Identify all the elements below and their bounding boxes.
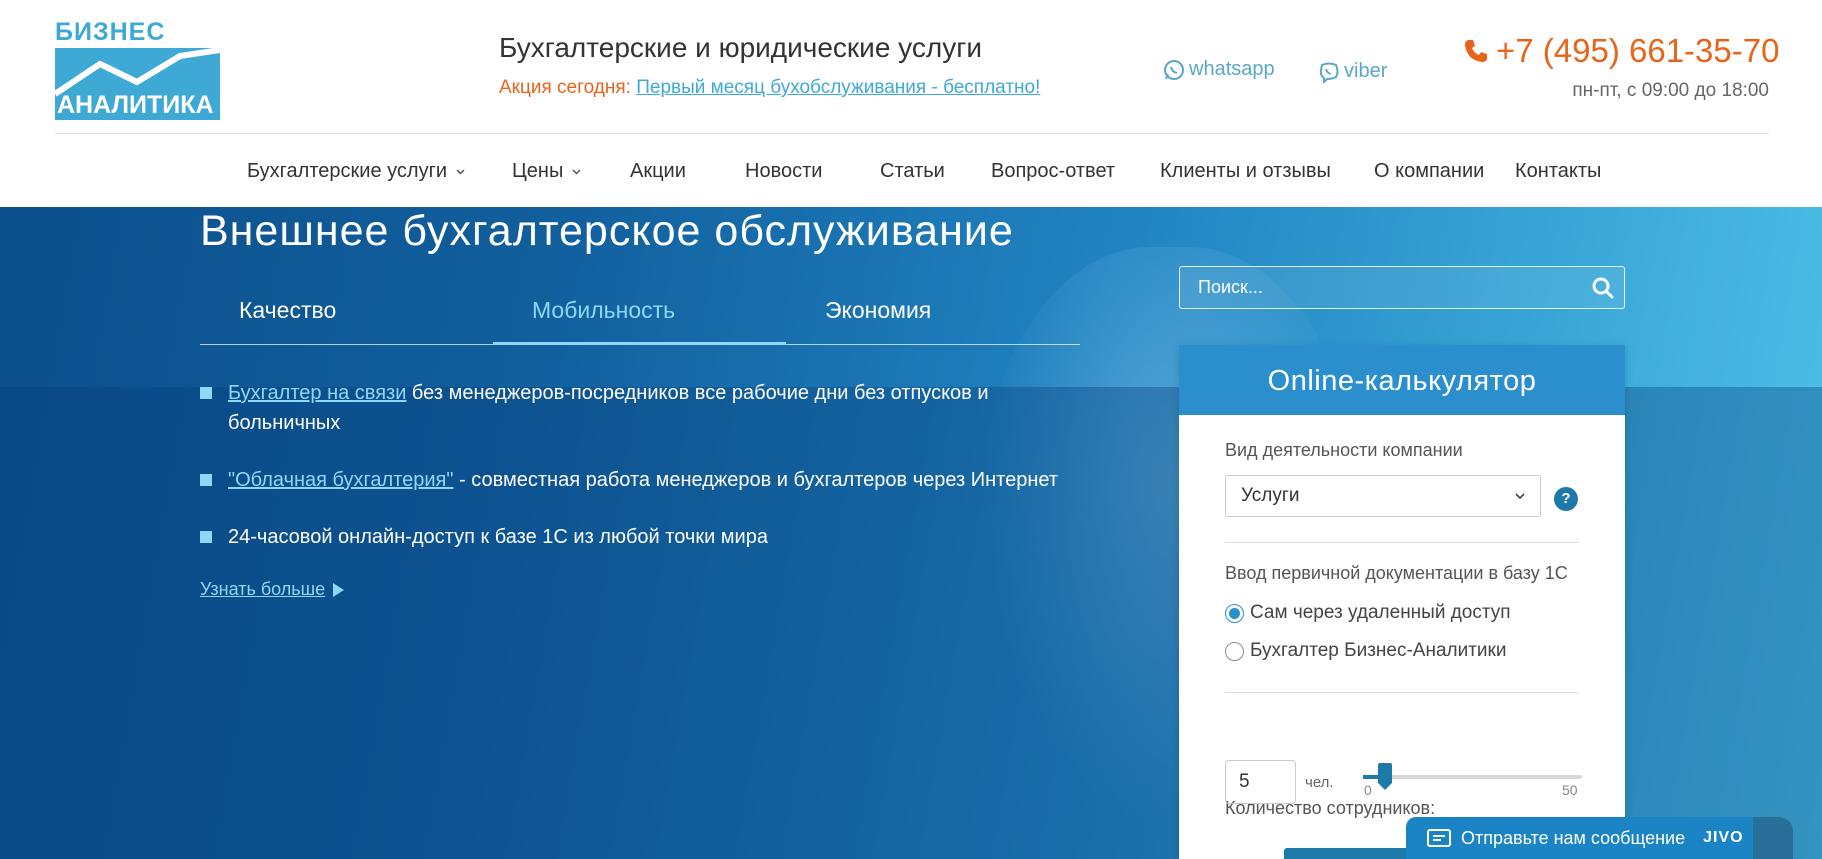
- chat-brand: JIVO: [1703, 829, 1744, 846]
- phone-number: +7 (495) 661-35-70: [1496, 32, 1780, 69]
- chat-expand-tab[interactable]: [1753, 817, 1793, 859]
- phone-icon: [1465, 40, 1487, 62]
- learn-more-link[interactable]: Узнать больше: [200, 579, 345, 600]
- nav-item-clients[interactable]: Клиенты и отзывы: [1160, 160, 1331, 183]
- radio-company-accountant[interactable]: Бухгалтер Бизнес-Аналитики: [1225, 640, 1506, 662]
- phone-link[interactable]: +7 (495) 661-35-70: [1462, 32, 1779, 70]
- whatsapp-icon: [1164, 59, 1184, 80]
- nav-item-accounting-services[interactable]: Бухгалтерские услуги: [247, 160, 466, 183]
- help-icon[interactable]: ?: [1554, 487, 1578, 511]
- promo-line: Акция сегодня: Первый месяц бухобслужива…: [499, 77, 1040, 99]
- nav-item-faq[interactable]: Вопрос-ответ: [991, 160, 1115, 183]
- nav-item-label: Бухгалтерские услуги: [247, 160, 448, 182]
- list-item-text: 24-часовой онлайн-доступ к базе 1С из лю…: [228, 526, 768, 548]
- viber-link[interactable]: viber: [1318, 60, 1387, 83]
- calculator-title: Online-калькулятор: [1179, 345, 1625, 415]
- list-item: Бухгалтер на связи без менеджеров-посред…: [200, 378, 1100, 438]
- site-tagline: Бухгалтерские и юридические услуги: [499, 32, 983, 63]
- promo-link[interactable]: Первый месяц бухобслуживания - бесплатно…: [636, 77, 1040, 98]
- slider-min-label: 0: [1364, 782, 1372, 798]
- nav-item-label: Вопрос-ответ: [991, 160, 1116, 182]
- main-nav: Бухгалтерские услуги Цены Акции Новости …: [0, 134, 1822, 207]
- logo-text-top: БИЗНЕС: [55, 18, 166, 46]
- radio-button[interactable]: [1225, 603, 1244, 623]
- site-header: БИЗНЕС АНАЛИТИКА Бухгалтерские и юридиче…: [0, 0, 1822, 207]
- chat-label: Отправьте нам сообщение: [1461, 827, 1686, 848]
- nav-item-contacts[interactable]: Контакты: [1515, 160, 1601, 183]
- docs-label: Ввод первичной документации в базу 1С: [1225, 563, 1568, 583]
- promo-label: Акция сегодня:: [499, 77, 631, 98]
- list-item: 24-часовой онлайн-доступ к базе 1С из лю…: [200, 522, 1100, 552]
- cloud-accounting-link[interactable]: "Облачная бухгалтерия": [228, 469, 454, 491]
- nav-item-label: Контакты: [1515, 160, 1602, 182]
- logo-graphic: АНАЛИТИКА: [55, 48, 220, 120]
- learn-more-label: Узнать больше: [200, 579, 326, 599]
- slider-handle[interactable]: [1378, 763, 1392, 790]
- chevron-down-icon: [456, 169, 465, 175]
- employees-count-input[interactable]: 5: [1225, 760, 1296, 804]
- play-arrow-icon: [333, 582, 345, 597]
- employees-slider[interactable]: [1363, 763, 1582, 790]
- employees-unit: чел.: [1305, 774, 1334, 791]
- logo[interactable]: БИЗНЕС АНАЛИТИКА: [55, 18, 220, 120]
- tab-economy[interactable]: Экономия: [786, 290, 1079, 345]
- working-hours: пн-пт, с 09:00 до 18:00: [1572, 80, 1769, 101]
- radio-label: Сам через удаленный доступ: [1250, 602, 1511, 623]
- viber-label: viber: [1344, 60, 1388, 82]
- benefits-list: Бухгалтер на связи без менеджеров-посред…: [200, 378, 1100, 579]
- activity-label: Вид деятельности компании: [1225, 440, 1463, 460]
- whatsapp-link[interactable]: whatsapp: [1163, 58, 1275, 81]
- radio-remote-access[interactable]: Сам через удаленный доступ: [1225, 602, 1511, 624]
- nav-item-about[interactable]: О компании: [1374, 160, 1484, 183]
- search-box: [1179, 266, 1625, 309]
- slider-max-label: 50: [1562, 782, 1578, 798]
- chevron-down-icon: [572, 169, 581, 175]
- list-item: "Облачная бухгалтерия" - совместная рабо…: [200, 465, 1100, 495]
- accountant-contact-link[interactable]: Бухгалтер на связи: [228, 382, 406, 404]
- nav-item-label: Новости: [745, 160, 823, 182]
- viber-icon: [1319, 62, 1339, 83]
- nav-item-prices[interactable]: Цены: [512, 160, 582, 183]
- activity-value: Услуги: [1241, 485, 1300, 506]
- nav-item-articles[interactable]: Статьи: [880, 160, 945, 183]
- divider: [1225, 542, 1579, 543]
- chevron-down-icon: [1515, 493, 1525, 500]
- nav-item-label: Клиенты и отзывы: [1160, 160, 1331, 182]
- envelope-icon: [1427, 829, 1451, 847]
- nav-item-label: Акции: [630, 160, 686, 182]
- nav-item-promotions[interactable]: Акции: [630, 160, 686, 183]
- divider: [1225, 692, 1579, 693]
- search-icon[interactable]: [1590, 275, 1616, 301]
- nav-item-label: О компании: [1374, 160, 1485, 182]
- search-input[interactable]: [1180, 267, 1560, 308]
- tab-mobility[interactable]: Мобильность: [493, 290, 786, 345]
- nav-item-label: Цены: [512, 160, 564, 182]
- hero-title: Внешнее бухгалтерское обслуживание: [200, 207, 1014, 255]
- radio-label: Бухгалтер Бизнес-Аналитики: [1250, 640, 1507, 661]
- whatsapp-label: whatsapp: [1189, 58, 1275, 80]
- list-item-text: - совместная работа менеджеров и бухгалт…: [453, 469, 1059, 491]
- nav-item-news[interactable]: Новости: [745, 160, 822, 183]
- nav-item-label: Статьи: [880, 160, 945, 182]
- chat-widget[interactable]: Отправьте нам сообщение JIVO: [1406, 817, 1793, 859]
- radio-button[interactable]: [1225, 641, 1244, 661]
- tab-quality[interactable]: Качество: [200, 290, 493, 345]
- logo-text-bottom: АНАЛИТИКА: [57, 91, 214, 119]
- activity-select[interactable]: Услуги: [1225, 475, 1541, 517]
- hero-tabs: Качество Мобильность Экономия: [200, 290, 1080, 345]
